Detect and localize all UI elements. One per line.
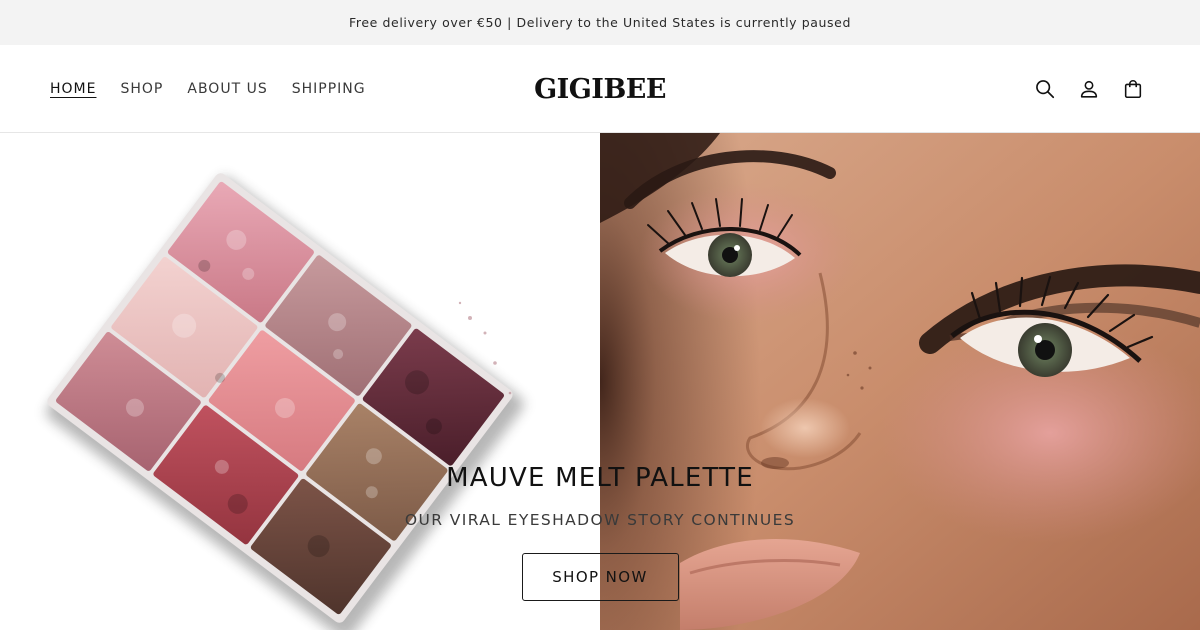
nav-shop[interactable]: SHOP <box>120 77 163 101</box>
nav-about-us[interactable]: ABOUT US <box>187 77 267 101</box>
nav-home[interactable]: HOME <box>50 77 96 101</box>
account-icon[interactable] <box>1078 78 1100 100</box>
site-logo[interactable]: GIGIBEE <box>534 74 666 105</box>
hero-banner: MAUVE MELT PALETTE OUR VIRAL EYESHADOW S… <box>0 133 1200 630</box>
hero-title: MAUVE MELT PALETTE <box>446 463 754 493</box>
main-nav: HOME SHOP ABOUT US SHIPPING <box>50 45 390 133</box>
site-header: HOME SHOP ABOUT US SHIPPING GIGIBEE <box>0 45 1200 133</box>
announcement-text: Free delivery over €50 | Delivery to the… <box>349 15 851 30</box>
shop-now-button[interactable]: SHOP NOW <box>521 553 679 601</box>
hero-subtitle: OUR VIRAL EYESHADOW STORY CONTINUES <box>404 511 796 529</box>
nav-shipping[interactable]: SHIPPING <box>292 77 366 101</box>
hero-content: MAUVE MELT PALETTE OUR VIRAL EYESHADOW S… <box>0 463 1200 601</box>
header-icons <box>1034 45 1144 133</box>
search-icon[interactable] <box>1034 78 1056 100</box>
announcement-bar: Free delivery over €50 | Delivery to the… <box>0 0 1200 45</box>
cart-icon[interactable] <box>1122 78 1144 100</box>
